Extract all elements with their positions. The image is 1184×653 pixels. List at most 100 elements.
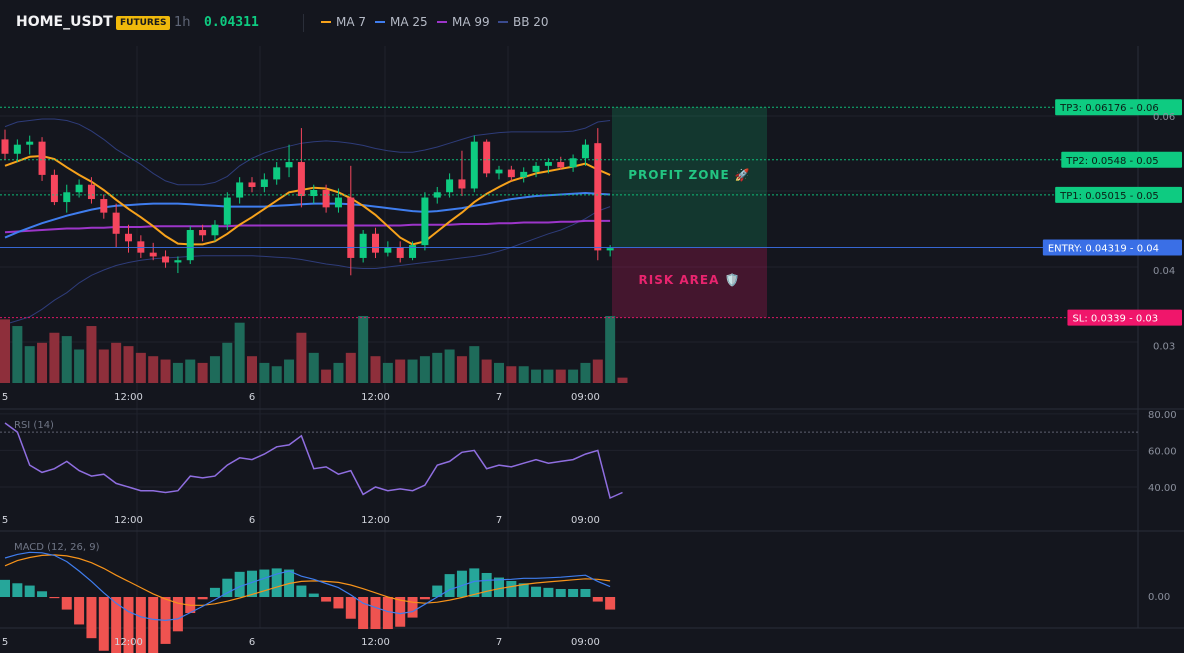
macd-hist-32 [395,597,406,627]
level-tag-sl: SL: 0.0339 - 0.03 [1072,314,1158,325]
candle-body-10 [125,233,132,242]
macd-hist-7 [86,597,97,639]
time-label-rsi-2: 6 [249,515,255,526]
macd-hist-46 [568,588,579,597]
macd-hist-31 [382,597,393,630]
macd-hist-19 [234,571,245,597]
macd-hist-33 [407,597,418,618]
macd-hist-16 [197,597,208,600]
macd-hist-26 [321,597,332,602]
candle-body-26 [322,189,330,208]
macd-hist-27 [333,597,344,609]
volume-bar-36 [444,349,455,383]
candle-body-47 [581,144,589,159]
macd-hist-34 [419,597,430,600]
macd-hist-4 [49,597,60,599]
candle-body-31 [384,247,392,253]
profit-zone-label: PROFIT ZONE 🚀 [628,168,751,182]
macd-hist-5 [61,597,72,610]
level-tag-tp1: TP1: 0.05015 - 0.05 [1059,191,1159,202]
rsi-tick-2: 40.00 [1148,483,1177,494]
volume-bar-5 [61,336,72,383]
volume-bar-12 [148,356,159,383]
time-label-macd-0: 5 [2,637,8,648]
macd-hist-30 [370,597,381,630]
candle-body-27 [334,197,342,208]
rsi-tick-0: 80.00 [1148,410,1177,421]
volume-bar-43 [531,369,542,383]
volume-bar-7 [86,326,97,383]
volume-bar-24 [296,332,307,383]
macd-hist-21 [259,569,270,597]
volume-bar-35 [432,352,443,383]
macd-hist-39 [481,572,492,597]
volume-bar-29 [358,316,369,383]
macd-hist-36 [444,574,455,597]
level-tag-entry: ENTRY: 0.04319 - 0.04 [1048,243,1159,254]
candle-body-49 [606,248,614,251]
volume-bar-50 [617,377,628,383]
candle-body-36 [446,179,454,193]
candle-body-12 [149,252,157,257]
macd-hist-28 [345,597,356,619]
time-label-rsi-4: 7 [496,515,502,526]
time-label-rsi-1: 12:00 [114,515,143,526]
candle-body-5 [63,192,71,203]
candle-body-43 [532,165,540,172]
macd-hist-12 [148,597,159,653]
rsi-tick-1: 60.00 [1148,446,1177,457]
volume-bar-13 [160,359,171,383]
macd-tick-0: 0.00 [1148,592,1170,603]
macd-hist-3 [37,591,48,597]
volume-bar-27 [333,362,344,383]
level-tag-tp2: TP2: 0.0548 - 0.05 [1065,156,1158,167]
volume-bar-17 [209,356,220,383]
time-label-rsi-5: 09:00 [571,515,600,526]
macd-title: MACD (12, 26, 9) [14,542,100,553]
price-tick-0: 0.06 [1153,112,1175,123]
macd-hist-8 [98,597,109,651]
volume-bar-49 [605,316,616,383]
volume-bar-22 [271,366,282,383]
candle-body-41 [507,169,515,178]
macd-hist-44 [543,587,554,597]
risk-zone-label: RISK AREA 🛡️ [639,273,741,287]
volume-bar-44 [543,369,554,383]
volume-bar-48 [592,359,603,383]
volume-bar-8 [98,349,109,383]
candle-body-3 [38,141,46,175]
level-tag-tp3: TP3: 0.06176 - 0.06 [1059,103,1159,114]
macd-hist-0 [0,579,10,597]
candle-body-48 [594,143,602,251]
volume-bar-41 [506,366,517,383]
time-label-main-1: 12:00 [114,392,143,403]
time-label-rsi-0: 5 [2,515,8,526]
time-label-main-4: 7 [496,392,502,403]
volume-bar-10 [123,346,134,383]
volume-bar-32 [395,359,406,383]
candle-body-42 [520,171,528,178]
price-tick-1: 0.04 [1153,266,1175,277]
macd-hist-48 [592,597,603,602]
volume-bar-6 [74,349,85,383]
volume-bar-31 [382,362,393,383]
time-label-main-0: 5 [2,392,8,403]
macd-hist-6 [74,597,85,625]
trading-chart[interactable]: PROFIT ZONE 🚀 RISK AREA 🛡️ TP3: 0.06176 -… [0,0,1184,653]
macd-hist-25 [308,593,319,597]
volume-bar-26 [321,369,332,383]
candle-body-40 [495,169,503,174]
volume-bar-20 [247,356,257,383]
volume-bar-28 [345,352,356,383]
macd-hist-43 [531,586,542,597]
volume-bar-19 [234,322,245,383]
volume-bar-38 [469,346,480,383]
time-label-macd-5: 09:00 [571,637,600,648]
volume-bar-25 [308,352,319,383]
time-label-main-2: 6 [249,392,255,403]
candle-body-16 [199,230,207,236]
volume-bar-14 [172,362,183,383]
candle-body-28 [347,197,355,258]
volume-bar-9 [111,342,122,383]
time-label-main-5: 09:00 [571,392,600,403]
